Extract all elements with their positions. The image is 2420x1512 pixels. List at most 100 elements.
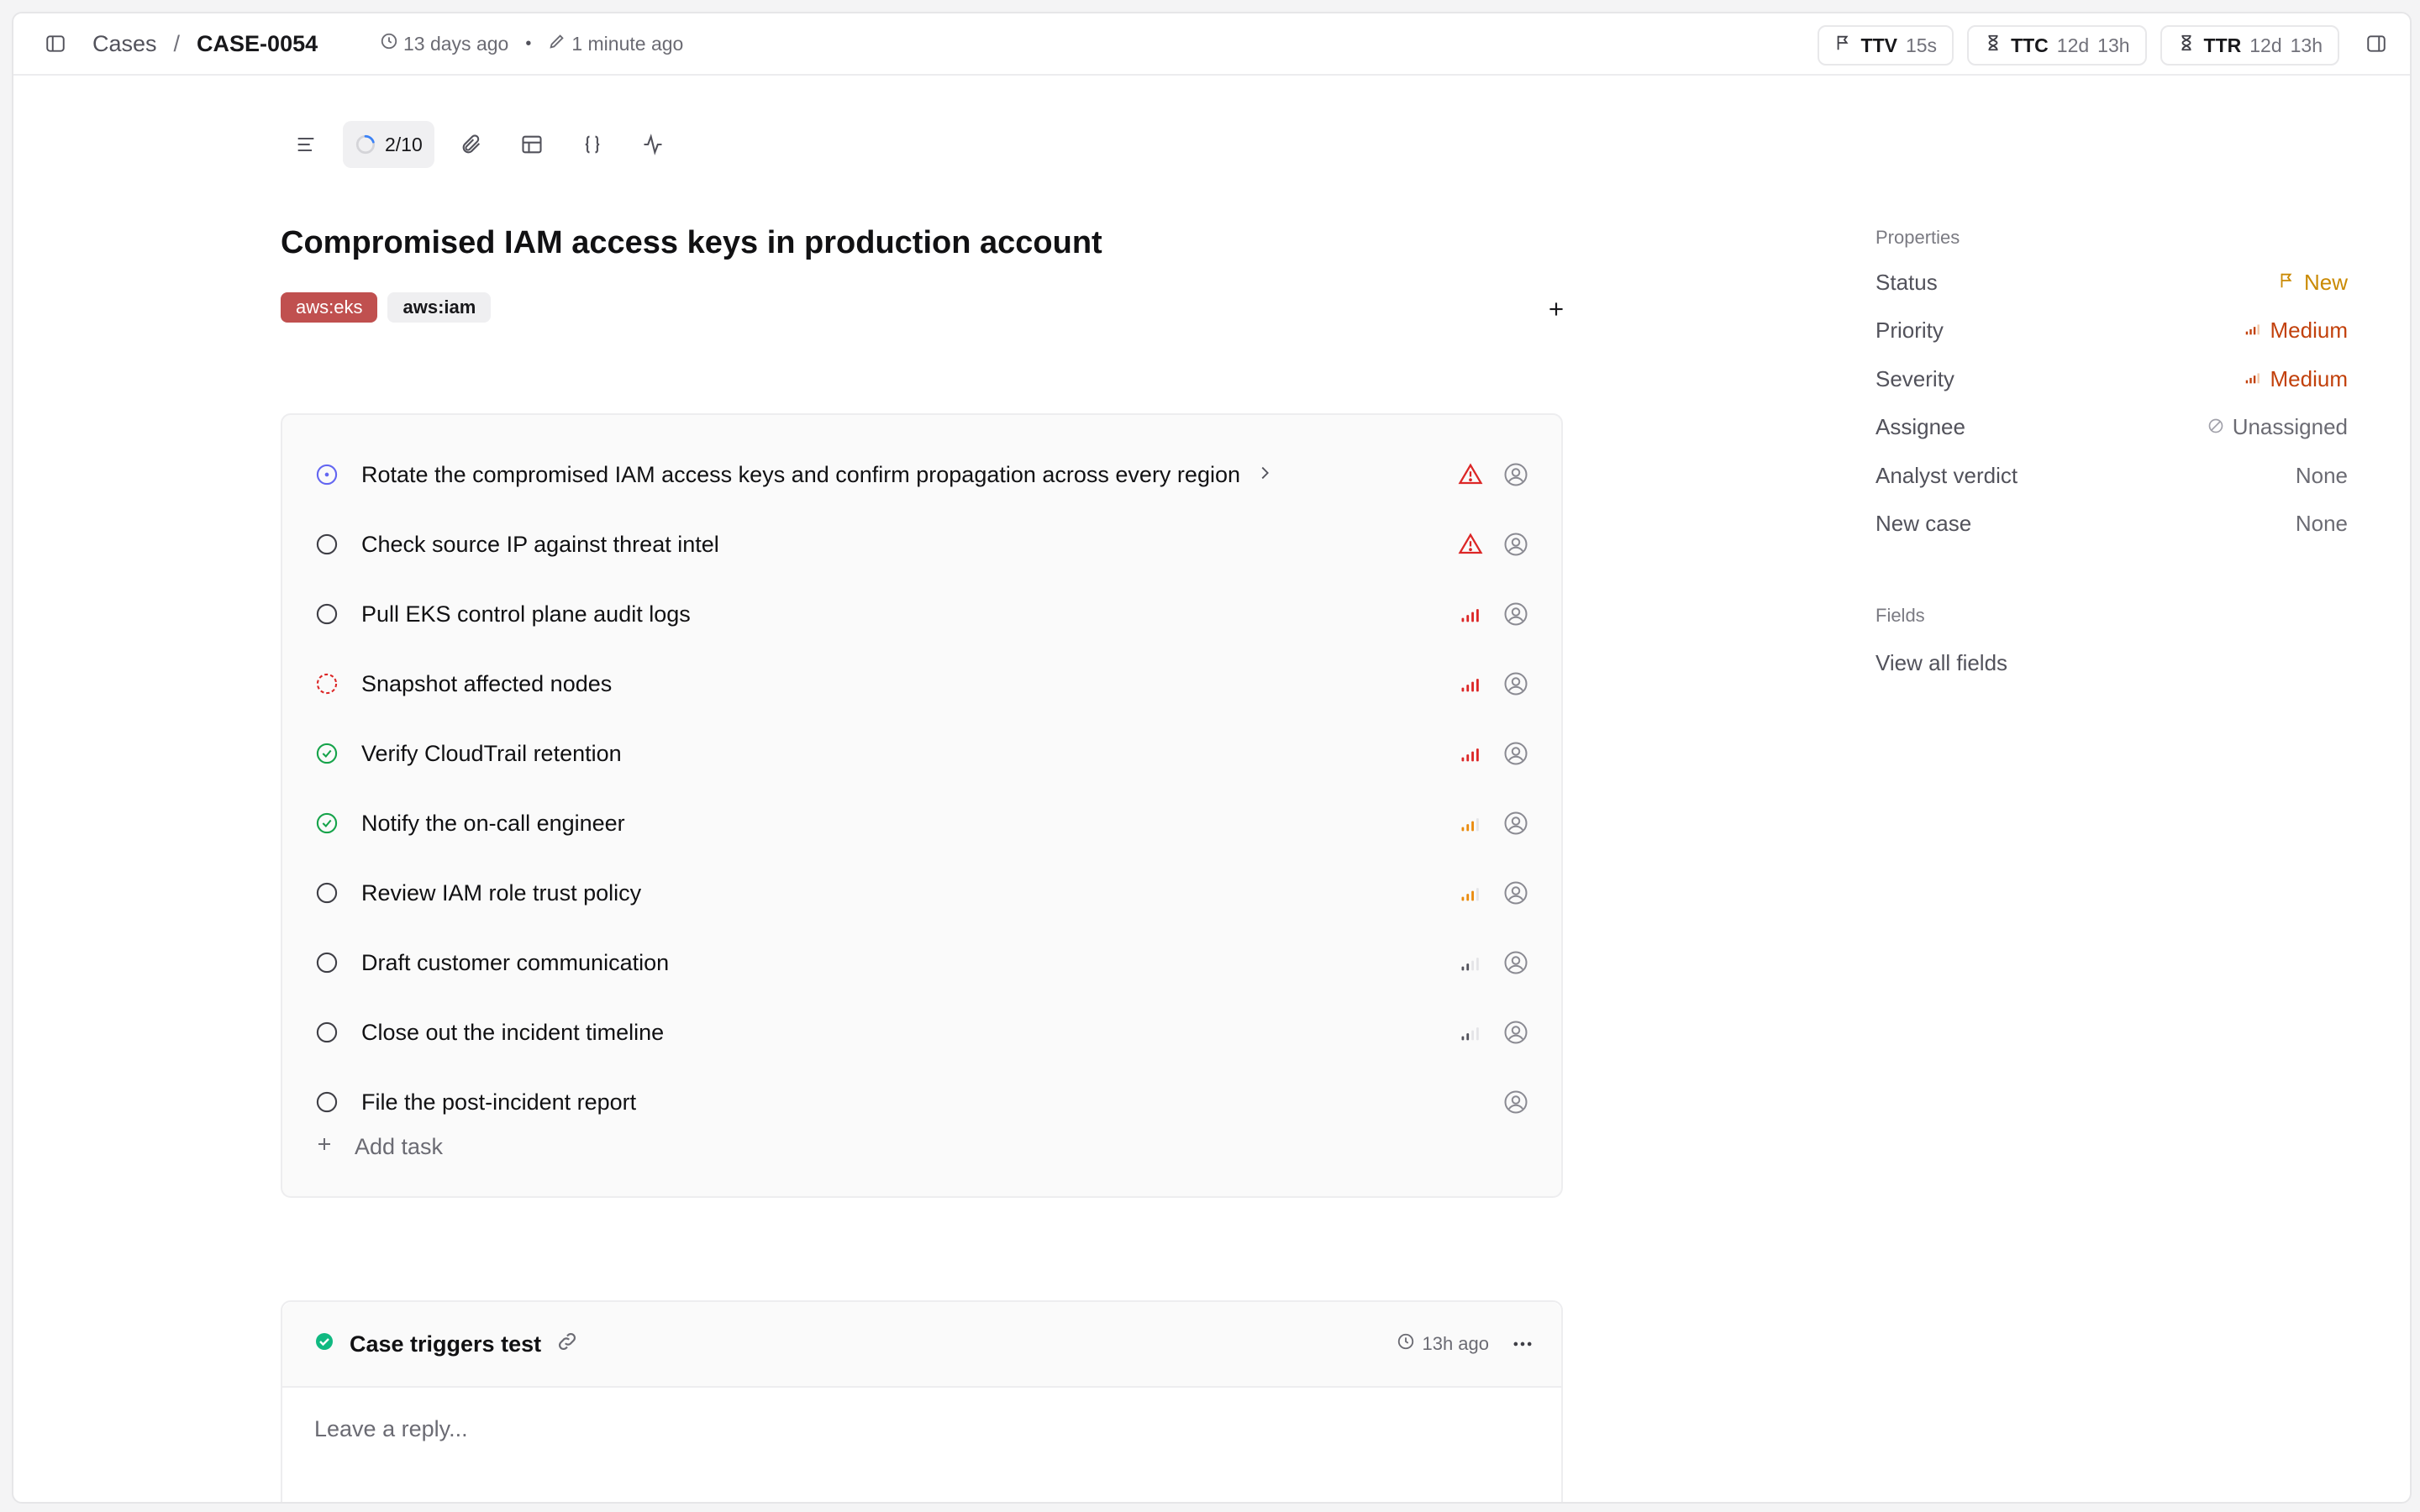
task-list: Add task Rotate the compromised IAM acce… xyxy=(281,413,1563,1198)
right-panel-toggle-icon[interactable] xyxy=(2361,29,2391,59)
case-meta: 13 days ago • 1 minute ago xyxy=(380,13,683,74)
meta-separator: • xyxy=(525,34,532,53)
user-circle-icon[interactable] xyxy=(1502,1089,1529,1116)
warning-triangle-icon[interactable] xyxy=(1457,531,1484,558)
clock-icon xyxy=(1397,1332,1415,1356)
check-circle-icon xyxy=(314,1331,334,1357)
view-all-fields-link[interactable]: View all fields xyxy=(1876,650,2007,676)
task-label: File the post-incident report xyxy=(361,1089,637,1115)
plus-icon xyxy=(314,1134,334,1160)
empty-circle-icon[interactable] xyxy=(314,1089,339,1115)
task-row[interactable]: Rotate the compromised IAM access keys a… xyxy=(282,440,1561,509)
empty-circle-icon[interactable] xyxy=(314,1020,339,1045)
warning-triangle-icon[interactable] xyxy=(1457,461,1484,488)
sla-label: TTV xyxy=(1860,34,1897,56)
dashed-circle-icon[interactable] xyxy=(314,671,339,696)
empty-circle-icon[interactable] xyxy=(314,601,339,627)
table-icon[interactable] xyxy=(508,121,555,168)
property-value[interactable]: None xyxy=(2296,463,2348,489)
task-row[interactable]: Verify CloudTrail retention xyxy=(282,719,1561,788)
paperclip-icon[interactable] xyxy=(448,121,495,168)
signal-icon xyxy=(2244,318,2262,344)
plus-icon[interactable] xyxy=(1541,294,1571,324)
reply-input[interactable] xyxy=(313,1410,1526,1448)
property-key: Assignee xyxy=(1876,414,1965,439)
task-label: Notify the on-call engineer xyxy=(361,810,625,836)
priority-high-icon[interactable] xyxy=(1457,740,1484,767)
tag[interactable]: aws:eks xyxy=(281,292,378,323)
activity-icon[interactable] xyxy=(629,121,676,168)
chevron-right-icon[interactable] xyxy=(1255,462,1274,488)
task-label: Review IAM role trust policy xyxy=(361,879,642,906)
link-icon[interactable] xyxy=(556,1331,578,1358)
task-row[interactable]: Snapshot affected nodes xyxy=(282,649,1561,718)
property-value[interactable]: New xyxy=(2277,270,2348,296)
progress-ring-icon xyxy=(355,134,376,155)
task-label-group: Draft customer communication xyxy=(361,950,669,976)
user-circle-icon[interactable] xyxy=(1502,531,1529,558)
updated-time: 1 minute ago xyxy=(571,32,684,55)
task-label-group: File the post-incident report xyxy=(361,1089,636,1116)
property-value[interactable]: Medium xyxy=(2244,318,2348,344)
tasks-progress-button[interactable]: 2/10 xyxy=(343,121,434,168)
check-circle-icon[interactable] xyxy=(314,741,339,766)
tasks-progress-label: 2/10 xyxy=(385,133,423,155)
property-value-text: Medium xyxy=(2270,365,2348,391)
priority-medium-icon[interactable] xyxy=(1457,810,1484,837)
property-value[interactable]: Medium xyxy=(2244,366,2348,392)
sla-label: TTC xyxy=(2011,34,2049,56)
sla-ttc[interactable]: TTC 12d 13h xyxy=(1967,25,2147,66)
task-row[interactable]: File the post-incident report xyxy=(282,1068,1561,1137)
user-circle-icon[interactable] xyxy=(1502,601,1529,627)
sla-ttr[interactable]: TTR 12d 13h xyxy=(2160,25,2339,66)
task-label: Rotate the compromised IAM access keys a… xyxy=(361,461,1240,487)
add-task-button[interactable]: Add task xyxy=(314,1134,443,1160)
task-label: Snapshot affected nodes xyxy=(361,670,613,696)
case-toolbar: 2/10 xyxy=(282,121,676,168)
task-label-group: Snapshot affected nodes xyxy=(361,671,612,697)
property-value[interactable]: Unassigned xyxy=(2207,414,2348,440)
task-row[interactable]: Review IAM role trust policy xyxy=(282,858,1561,927)
user-circle-icon[interactable] xyxy=(1502,810,1529,837)
priority-low-icon[interactable] xyxy=(1457,949,1484,976)
priority-high-icon[interactable] xyxy=(1457,670,1484,697)
user-circle-icon[interactable] xyxy=(1502,1019,1529,1046)
comment-title: Case triggers test xyxy=(350,1331,542,1357)
empty-circle-icon[interactable] xyxy=(314,880,339,906)
sla-label: TTR xyxy=(2203,34,2242,56)
property-value[interactable]: None xyxy=(2296,511,2348,537)
flag-icon xyxy=(1834,34,1853,57)
user-circle-icon[interactable] xyxy=(1502,670,1529,697)
empty-circle-icon[interactable] xyxy=(314,950,339,975)
description-icon[interactable] xyxy=(282,121,329,168)
task-label: Close out the incident timeline xyxy=(361,1019,665,1045)
sla-value: 12d xyxy=(2249,34,2282,56)
priority-low-icon[interactable] xyxy=(1457,1019,1484,1046)
user-circle-icon[interactable] xyxy=(1502,461,1529,488)
breadcrumb-cases-link[interactable]: Cases xyxy=(92,31,157,57)
task-row[interactable]: Pull EKS control plane audit logs xyxy=(282,580,1561,648)
task-row[interactable]: Close out the incident timeline xyxy=(282,998,1561,1067)
user-circle-icon[interactable] xyxy=(1502,879,1529,906)
user-circle-icon[interactable] xyxy=(1502,949,1529,976)
priority-medium-icon[interactable] xyxy=(1457,879,1484,906)
task-row[interactable]: Notify the on-call engineer xyxy=(282,789,1561,858)
priority-high-icon[interactable] xyxy=(1457,601,1484,627)
user-circle-icon[interactable] xyxy=(1502,740,1529,767)
in-progress-circle-icon[interactable] xyxy=(314,462,339,487)
sidebar-toggle-icon[interactable] xyxy=(40,29,71,59)
add-task-label: Add task xyxy=(355,1134,444,1159)
braces-icon[interactable] xyxy=(569,121,616,168)
hourglass-icon xyxy=(1984,34,2002,57)
task-row[interactable]: Check source IP against threat intel xyxy=(282,510,1561,579)
comment-timestamp: 13h ago xyxy=(1397,1302,1489,1386)
property-value-text: New xyxy=(2303,269,2348,295)
case-title[interactable]: Compromised IAM access keys in productio… xyxy=(281,225,1102,261)
empty-circle-icon[interactable] xyxy=(314,532,339,557)
sla-ttv[interactable]: TTV 15s xyxy=(1817,25,1954,66)
more-horizontal-icon[interactable] xyxy=(1507,1329,1538,1359)
task-row[interactable]: Draft customer communication xyxy=(282,928,1561,997)
tag[interactable]: aws:iam xyxy=(387,292,492,323)
task-label: Pull EKS control plane audit logs xyxy=(361,601,691,627)
check-circle-icon[interactable] xyxy=(314,811,339,836)
